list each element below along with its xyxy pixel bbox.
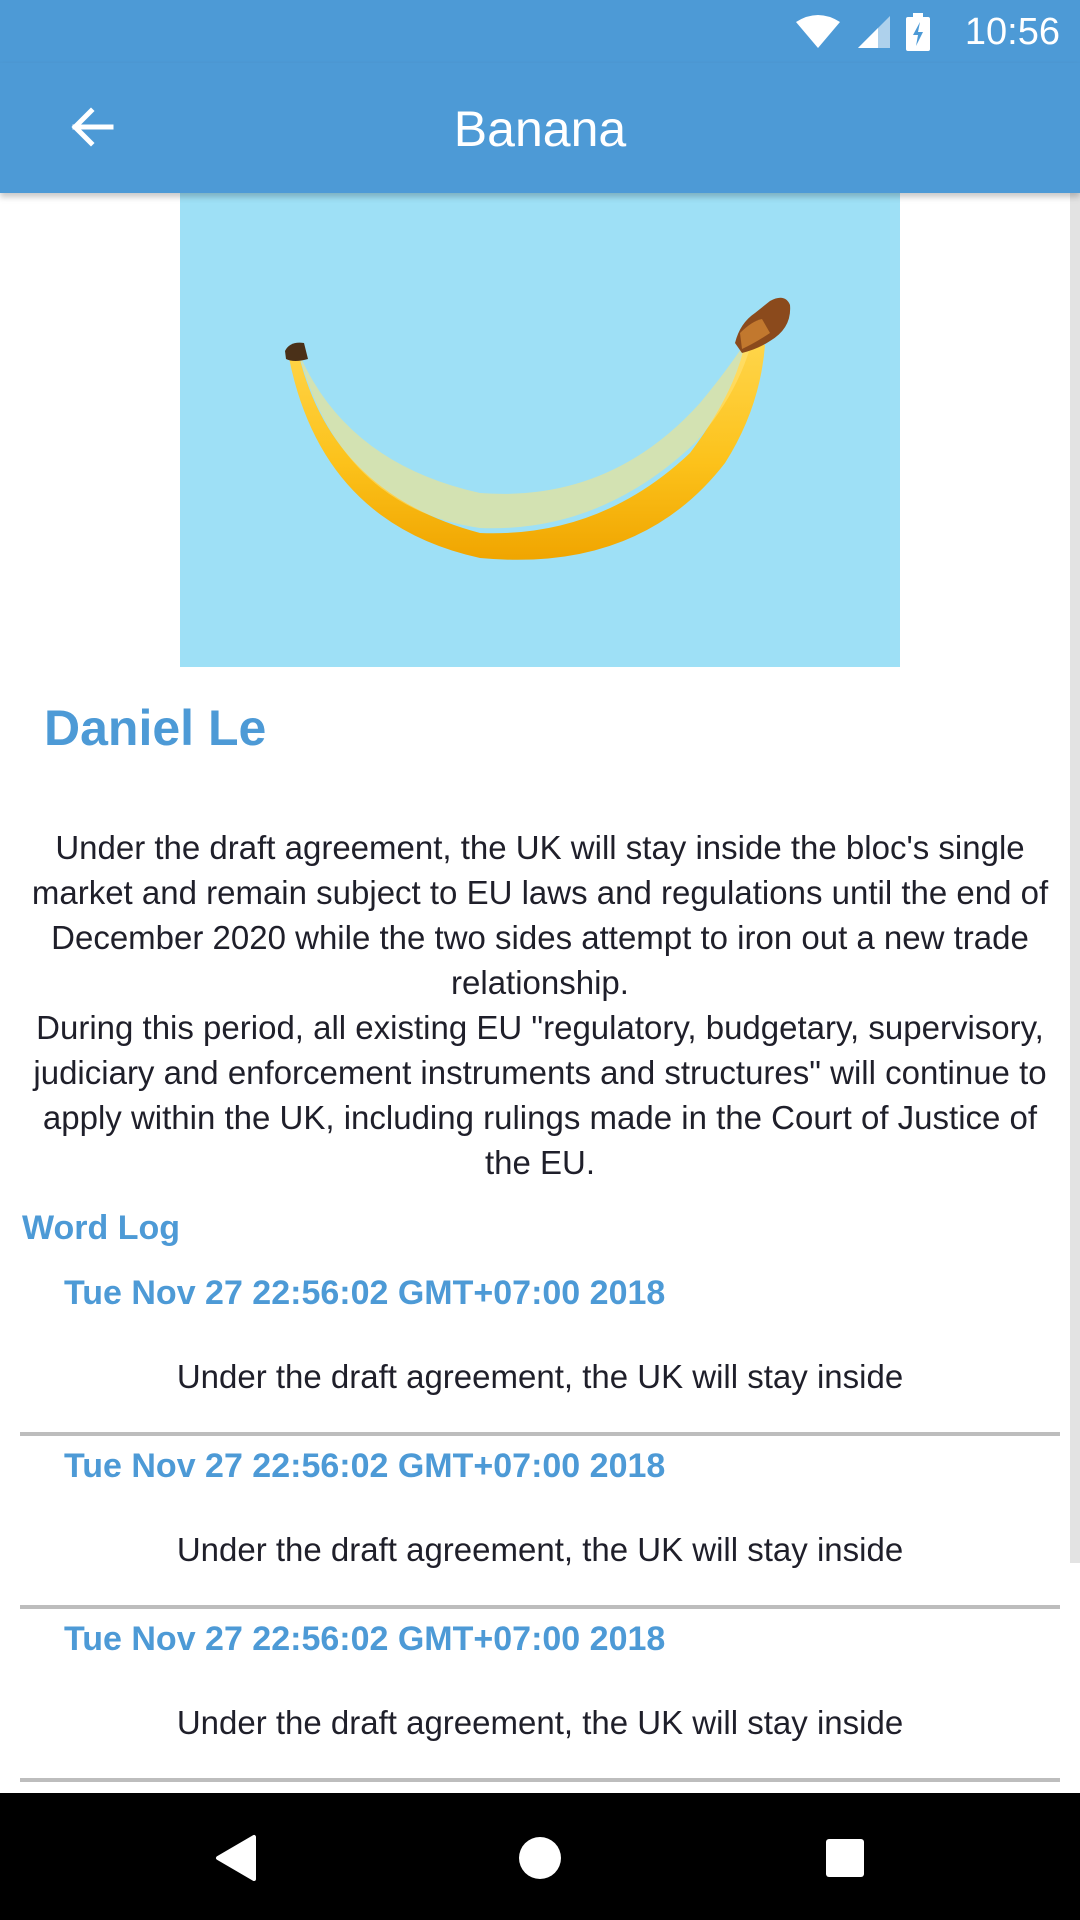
- nav-home-icon: [519, 1837, 561, 1879]
- nav-home-button[interactable]: [505, 1823, 575, 1893]
- list-item[interactable]: Tue Nov 27 22:56:02 GMT+07:00 2018 Under…: [20, 1436, 1060, 1609]
- word-log-heading: Word Log: [22, 1209, 180, 1247]
- nav-recents-button[interactable]: [810, 1823, 880, 1893]
- article-body: Under the draft agreement, the UK will s…: [22, 825, 1058, 1185]
- banana-illustration: [285, 297, 791, 560]
- article-paragraph: Under the draft agreement, the UK will s…: [31, 829, 1049, 1001]
- scrollbar[interactable]: [1070, 193, 1080, 1563]
- content-scroll[interactable]: Daniel Le Under the draft agreement, the…: [0, 193, 1080, 1793]
- system-nav-bar: [0, 1793, 1080, 1920]
- log-date: Tue Nov 27 22:56:02 GMT+07:00 2018: [64, 1620, 666, 1658]
- battery-charging-icon: [906, 13, 930, 51]
- nav-back-icon: [216, 1835, 256, 1881]
- app-bar: Banana: [0, 63, 1080, 193]
- article-paragraph: During this period, all existing EU "reg…: [33, 1009, 1047, 1181]
- status-icons: [794, 13, 930, 51]
- log-date: Tue Nov 27 22:56:02 GMT+07:00 2018: [64, 1274, 666, 1312]
- nav-back-button[interactable]: [200, 1823, 270, 1893]
- cell-signal-icon: [858, 16, 890, 48]
- log-date: Tue Nov 27 22:56:02 GMT+07:00 2018: [64, 1447, 666, 1485]
- list-item[interactable]: Tue Nov 27 22:56:02 GMT+07:00 2018 Under…: [20, 1263, 1060, 1436]
- list-item[interactable]: Tue Nov 27 22:56:02 GMT+07:00 2018 Under…: [20, 1609, 1060, 1782]
- wifi-icon: [796, 15, 840, 48]
- status-bar: 10:56: [0, 0, 1080, 63]
- status-time: 10:56: [964, 11, 1060, 53]
- author-name: Daniel Le: [44, 700, 267, 756]
- log-text: Under the draft agreement, the UK will s…: [176, 1358, 904, 1395]
- nav-recents-icon: [826, 1839, 864, 1877]
- banana-image: [180, 193, 900, 667]
- word-log-list: Tue Nov 27 22:56:02 GMT+07:00 2018 Under…: [20, 1263, 1060, 1782]
- log-text: Under the draft agreement, the UK will s…: [176, 1531, 904, 1568]
- page-title: Banana: [453, 101, 627, 157]
- log-text: Under the draft agreement, the UK will s…: [176, 1704, 904, 1741]
